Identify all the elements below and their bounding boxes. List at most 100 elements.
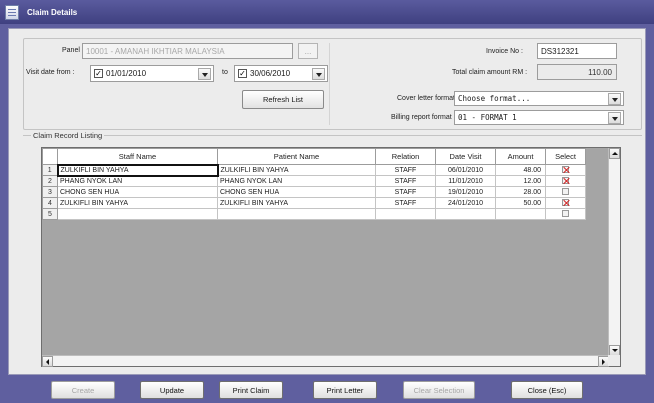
update-button[interactable]: Update	[140, 381, 204, 399]
clear-selection-button[interactable]: Clear Selection	[403, 381, 475, 399]
panel-lookup-button[interactable]: ...	[298, 43, 318, 59]
scroll-up-icon[interactable]	[609, 148, 620, 159]
window-frame: Panel : 10001 - AMANAH IKHTIAR MALAYSIA …	[0, 24, 654, 403]
invoice-field[interactable]: DS312321	[537, 43, 617, 59]
window-title: Claim Details	[27, 7, 78, 17]
amount-cell[interactable]	[495, 208, 546, 220]
select-cell[interactable]	[545, 186, 586, 198]
criteria-box: Panel : 10001 - AMANAH IKHTIAR MALAYSIA …	[23, 38, 642, 130]
patient-cell[interactable]: ZULKIFLI BIN YAHYA	[217, 197, 376, 209]
select-checkbox[interactable]	[562, 210, 569, 218]
red-x-check-icon[interactable]	[562, 166, 569, 174]
relation-cell[interactable]: STAFF	[375, 175, 436, 187]
table-row[interactable]: 3 CHONG SEN HUA CHONG SEN HUA STAFF 19/0…	[42, 186, 586, 198]
column-header[interactable]: Patient Name	[217, 148, 376, 165]
date-cell[interactable]: 19/01/2010	[435, 186, 496, 198]
billing-label: Billing report format :	[391, 114, 456, 121]
document-icon	[5, 4, 19, 20]
column-header[interactable]: Select	[545, 148, 586, 165]
patient-cell[interactable]: PHANG NYOK LAN	[217, 175, 376, 187]
patient-cell[interactable]	[217, 208, 376, 220]
billing-select[interactable]: 01 - FORMAT 1	[454, 110, 624, 125]
red-x-check-icon[interactable]	[562, 199, 569, 207]
patient-cell[interactable]: CHONG SEN HUA	[217, 186, 376, 198]
invoice-label: Invoice No :	[486, 48, 523, 55]
amount-cell[interactable]: 50.00	[495, 197, 546, 209]
close-button[interactable]: Close (Esc)	[511, 381, 583, 399]
staff-cell[interactable]: ZULKIFLI BIN YAHYA	[56, 163, 219, 177]
refresh-list-button[interactable]: Refresh List	[242, 90, 324, 109]
panel-label: Panel :	[62, 47, 84, 54]
row-number: 1	[42, 164, 58, 176]
cover-letter-label: Cover letter format :	[397, 95, 459, 102]
select-cell[interactable]	[545, 175, 586, 187]
create-button[interactable]: Create	[51, 381, 115, 399]
column-header[interactable]: Relation	[375, 148, 436, 165]
select-checkbox[interactable]	[562, 188, 569, 196]
cover-letter-value: Choose format...	[458, 94, 531, 103]
relation-cell[interactable]: STAFF	[375, 186, 436, 198]
header-divider	[329, 43, 330, 125]
claim-listing-title: Claim Record Listing	[31, 131, 105, 140]
chevron-down-icon[interactable]	[608, 93, 621, 105]
staff-cell[interactable]	[57, 208, 218, 220]
row-number-header	[42, 148, 58, 165]
horizontal-scrollbar[interactable]	[42, 355, 609, 367]
group-divider	[23, 135, 642, 136]
table-row[interactable]: 4 ZULKIFLI BIN YAHYA ZULKIFLI BIN YAHYA …	[42, 197, 586, 209]
visit-to-date[interactable]: ✓ 30/06/2010	[234, 65, 328, 82]
staff-cell[interactable]: ZULKIFLI BIN YAHYA	[57, 197, 218, 209]
amount-cell[interactable]: 28.00	[495, 186, 546, 198]
to-label: to	[222, 69, 228, 76]
cover-letter-select[interactable]: Choose format...	[454, 91, 624, 106]
table-row[interactable]: 2 PHANG NYOK LAN PHANG NYOK LAN STAFF 11…	[42, 175, 586, 187]
column-header[interactable]: Date Visit	[435, 148, 496, 165]
patient-cell[interactable]: ZULKIFLI BIN YAHYA	[217, 164, 376, 176]
claim-table: Staff Name Patient Name Relation Date Vi…	[42, 148, 586, 220]
date-cell[interactable]: 11/01/2010	[435, 175, 496, 187]
red-x-check-icon[interactable]	[562, 177, 569, 185]
date-cell[interactable]	[435, 208, 496, 220]
amount-cell[interactable]: 48.00	[495, 164, 546, 176]
chevron-down-icon[interactable]	[198, 68, 211, 80]
print-letter-button[interactable]: Print Letter	[313, 381, 377, 399]
relation-cell[interactable]	[375, 208, 436, 220]
select-cell[interactable]	[545, 164, 586, 176]
table-row[interactable]: 1 ZULKIFLI BIN YAHYA ZULKIFLI BIN YAHYA …	[42, 163, 586, 177]
chevron-down-icon[interactable]	[312, 68, 325, 80]
scroll-left-icon[interactable]	[42, 356, 53, 367]
date-cell[interactable]: 24/01/2010	[435, 197, 496, 209]
relation-cell[interactable]: STAFF	[375, 164, 436, 176]
visit-to-value: 30/06/2010	[250, 69, 291, 78]
staff-cell[interactable]: CHONG SEN HUA	[57, 186, 218, 198]
row-number: 3	[42, 186, 58, 198]
table-row[interactable]: 5	[42, 208, 586, 220]
date-cell[interactable]: 06/01/2010	[435, 164, 496, 176]
relation-cell[interactable]: STAFF	[375, 197, 436, 209]
billing-value: 01 - FORMAT 1	[458, 113, 517, 122]
scrollbar-corner	[608, 355, 620, 366]
select-cell[interactable]	[545, 197, 586, 209]
chevron-down-icon[interactable]	[608, 112, 621, 124]
row-number: 2	[42, 175, 58, 187]
panel-field[interactable]: 10001 - AMANAH IKHTIAR MALAYSIA	[82, 43, 293, 59]
staff-cell[interactable]: PHANG NYOK LAN	[57, 175, 218, 187]
column-header[interactable]: Amount	[495, 148, 546, 165]
visit-to-checkbox[interactable]: ✓	[238, 69, 247, 78]
table-header-row: Staff Name Patient Name Relation Date Vi…	[42, 148, 586, 165]
total-amount-field: 110.00	[537, 64, 617, 80]
visit-from-date[interactable]: ✓ 01/01/2010	[90, 65, 214, 82]
amount-cell[interactable]: 12.00	[495, 175, 546, 187]
claim-grid[interactable]: Staff Name Patient Name Relation Date Vi…	[41, 147, 621, 367]
visit-from-value: 01/01/2010	[106, 69, 147, 78]
row-number: 4	[42, 197, 58, 209]
select-cell[interactable]	[545, 208, 586, 220]
title-bar: Claim Details	[0, 0, 654, 24]
total-label: Total claim amount RM :	[452, 69, 528, 76]
content-panel: Panel : 10001 - AMANAH IKHTIAR MALAYSIA …	[8, 28, 646, 375]
print-claim-button[interactable]: Print Claim	[219, 381, 283, 399]
column-header[interactable]: Staff Name	[57, 148, 218, 165]
visit-from-checkbox[interactable]: ✓	[94, 69, 103, 78]
vertical-scrollbar[interactable]	[608, 148, 620, 356]
row-number: 5	[42, 208, 58, 220]
